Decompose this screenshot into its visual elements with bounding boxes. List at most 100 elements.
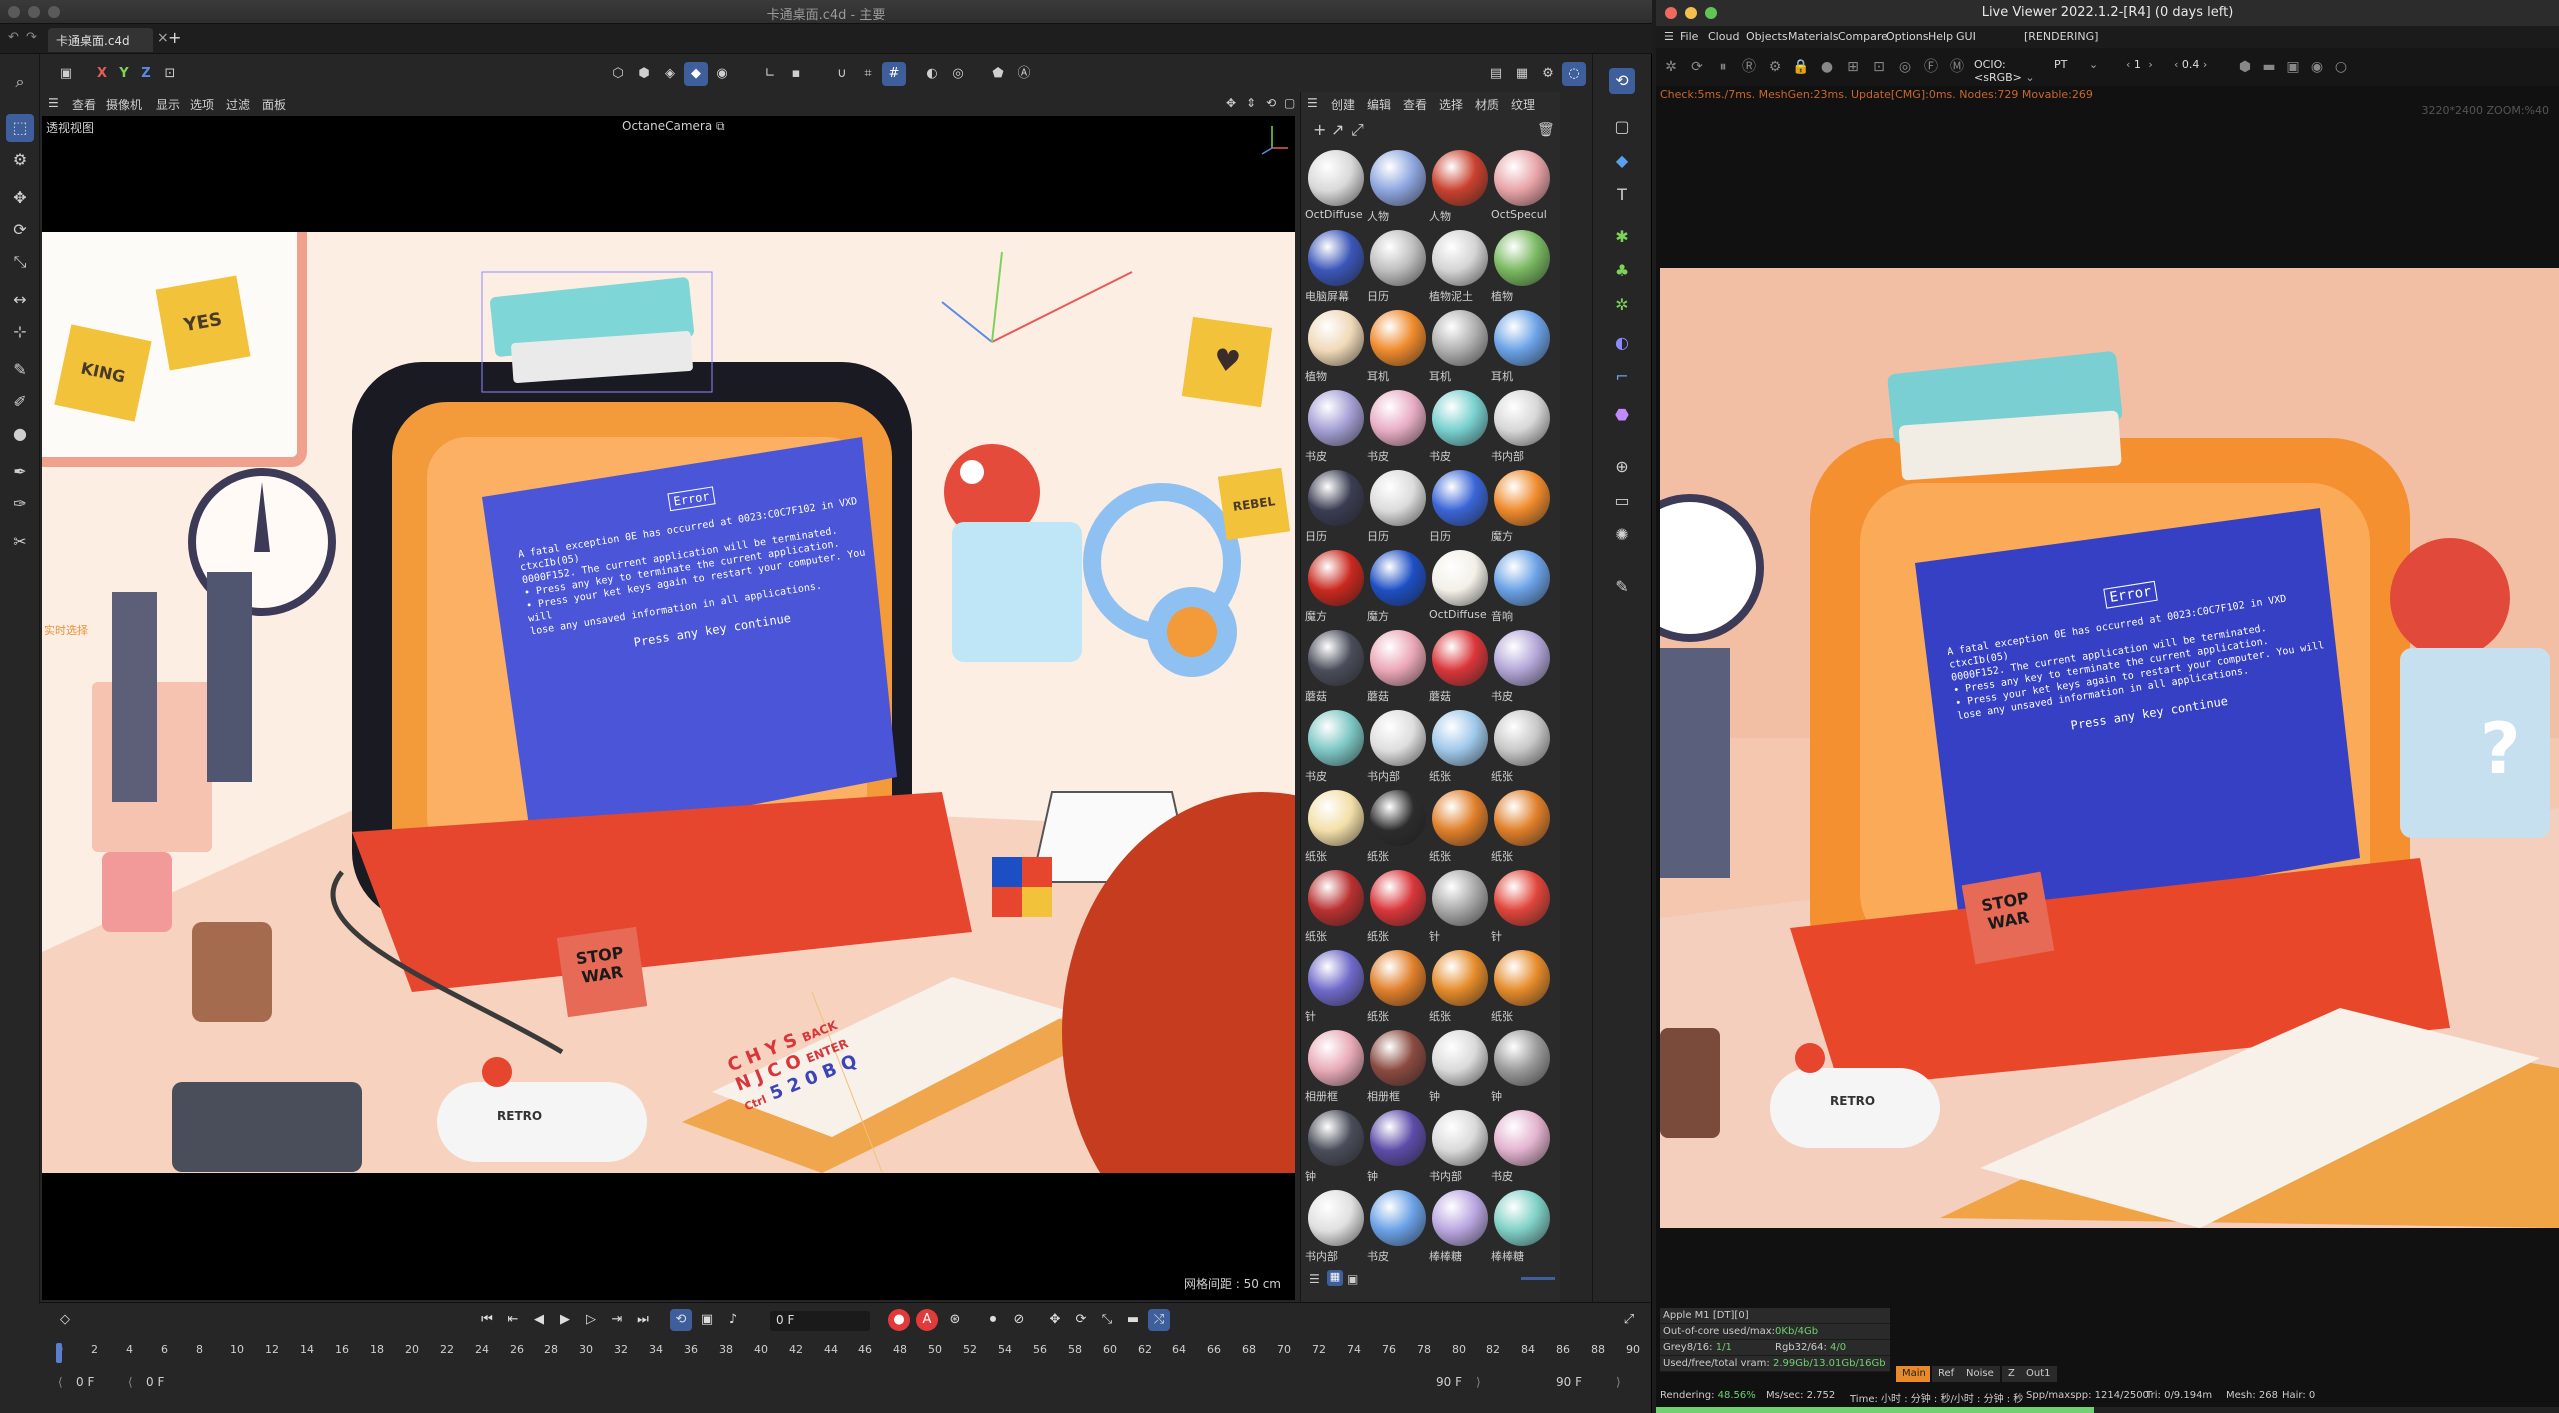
viewport-scene[interactable]: YES KING REBEL ♥ Error A fatal exception… <box>42 232 1295 1173</box>
point-level-icon[interactable]: ⤭ <box>1148 1309 1170 1331</box>
material-swatch[interactable]: 棒棒糖 <box>1491 1190 1553 1268</box>
material-swatch[interactable]: 钟 <box>1429 1030 1491 1108</box>
perspective-viewport[interactable]: 透视视图 OctaneCamera ⧉ YES KING REBEL ♥ Err… <box>42 116 1295 1300</box>
material-swatch[interactable]: 蘑菇 <box>1367 630 1429 708</box>
lv-menu-materials[interactable]: Materials <box>1788 30 1838 43</box>
restart-render-icon[interactable]: ⟳ <box>1686 56 1708 78</box>
menu-options[interactable]: 选项 <box>190 96 214 113</box>
channel-z[interactable]: Z <box>2002 1366 2021 1382</box>
material-swatch[interactable]: 人物 <box>1429 150 1491 228</box>
axis-icon[interactable]: ⊹ <box>6 318 34 346</box>
rotation-key-icon[interactable]: ⟳ <box>1070 1309 1092 1331</box>
pick-material-icon[interactable]: Ⓜ <box>1946 56 1968 78</box>
material-swatch[interactable]: OctDiffuse <box>1429 550 1491 628</box>
film-region-icon[interactable]: ⊡ <box>1868 56 1890 78</box>
keyframe-scheme-icon[interactable]: ⊘ <box>1008 1309 1030 1331</box>
material-swatch[interactable]: 蘑菇 <box>1305 630 1367 708</box>
material-swatch[interactable]: 日历 <box>1367 230 1429 308</box>
material-menu-texture[interactable]: 纹理 <box>1511 96 1535 113</box>
undo-icon[interactable]: ↶ <box>8 30 19 45</box>
material-swatch[interactable]: 纸张 <box>1429 790 1491 868</box>
menu-view[interactable]: 查看 <box>72 96 96 113</box>
material-menu-edit[interactable]: 编辑 <box>1367 96 1391 113</box>
record-icon[interactable]: ● <box>888 1309 910 1331</box>
sticky-note-king[interactable]: KING <box>54 324 152 422</box>
material-swatch[interactable]: 书皮 <box>1491 1110 1553 1188</box>
lv-menu-gui[interactable]: GUI <box>1956 30 1976 43</box>
soft-selection-icon[interactable]: ◐ <box>920 62 944 86</box>
thumbnail-size-slider[interactable] <box>1521 1277 1555 1280</box>
viewport-menu-icon[interactable]: ☰ <box>48 96 59 110</box>
material-swatch[interactable]: 耳机 <box>1491 310 1553 388</box>
send-scene-icon[interactable]: ✲ <box>1660 56 1682 78</box>
material-swatch[interactable]: 针 <box>1429 870 1491 948</box>
info-icon[interactable]: ○ <box>2330 56 2352 78</box>
viewport-filter-icon[interactable]: Ⓐ <box>1012 62 1036 86</box>
material-menu-select[interactable]: 选择 <box>1439 96 1463 113</box>
channel-noise[interactable]: Noise <box>1960 1366 2000 1382</box>
previous-key-icon[interactable]: ⇤ <box>502 1309 524 1331</box>
material-swatch[interactable]: OctDiffuse <box>1305 150 1367 228</box>
range-mid-arrow-icon[interactable]: ⟨ <box>128 1375 133 1389</box>
menu-cameras[interactable]: 摄像机 <box>106 96 142 113</box>
add-material-icon[interactable]: + <box>1313 120 1326 139</box>
menu-panel[interactable]: 面板 <box>262 96 286 113</box>
large-view-icon[interactable]: ▣ <box>1347 1272 1358 1286</box>
menu-filter[interactable]: 过滤 <box>226 96 250 113</box>
material-swatch[interactable]: 书皮 <box>1367 390 1429 468</box>
next-key-icon[interactable]: ⇥ <box>606 1309 628 1331</box>
spline-pen-icon[interactable]: ✎ <box>6 356 34 384</box>
material-swatch[interactable]: OctSpecul <box>1491 150 1553 228</box>
workplane-options-icon[interactable]: ▪ <box>784 62 808 86</box>
preview-start-frame[interactable]: 0 F <box>146 1375 164 1389</box>
primitive-icon[interactable]: ◆ <box>1609 148 1635 174</box>
lv-menu-objects[interactable]: Objects <box>1746 30 1788 43</box>
end-frame[interactable]: 90 F <box>1556 1375 1582 1389</box>
material-swatch[interactable]: 纸张 <box>1367 790 1429 868</box>
chevron-right-icon[interactable]: › <box>2148 58 2152 71</box>
chevron-right-icon[interactable]: › <box>2203 58 2207 71</box>
new-tab-icon[interactable]: + <box>168 28 181 47</box>
orbit-icon[interactable]: ⟲ <box>1266 96 1276 110</box>
current-frame-field[interactable]: 0 F <box>770 1311 870 1331</box>
range-mid-right-arrow-icon[interactable]: ⟩ <box>1476 1375 1481 1389</box>
knife-icon[interactable]: ✂ <box>6 528 34 556</box>
pan-icon[interactable]: ✥ <box>1226 96 1236 110</box>
brush-icon[interactable]: ✒ <box>6 458 34 486</box>
preview-end-frame[interactable]: 90 F <box>1436 1375 1462 1389</box>
scale-key-icon[interactable]: ⤡ <box>1096 1309 1118 1331</box>
material-swatch[interactable]: 书皮 <box>1429 390 1491 468</box>
material-swatch[interactable]: 纸张 <box>1429 710 1491 788</box>
material-swatch[interactable]: 植物 <box>1491 230 1553 308</box>
start-frame[interactable]: 0 F <box>76 1375 94 1389</box>
channel-out1[interactable]: Out1 <box>2020 1366 2057 1382</box>
material-swatch[interactable]: 书皮 <box>1491 630 1553 708</box>
render-preview[interactable]: Error A fatal exception 0E has occurred … <box>1660 268 2559 1228</box>
chevron-left-icon[interactable]: ‹ <box>2174 58 2178 71</box>
range-left-arrow-icon[interactable]: ⟨ <box>58 1375 63 1389</box>
material-swatch[interactable]: 钟 <box>1367 1110 1429 1188</box>
playhead[interactable] <box>56 1343 62 1363</box>
sticky-note-yes[interactable]: YES <box>155 275 251 371</box>
material-swatch[interactable]: 纸张 <box>1367 870 1429 948</box>
material-swatch[interactable]: 书皮 <box>1305 390 1367 468</box>
field-icon[interactable]: ◐ <box>1609 330 1635 356</box>
material-swatch[interactable]: 魔方 <box>1305 550 1367 628</box>
material-menu-view[interactable]: 查看 <box>1403 96 1427 113</box>
trash-icon[interactable]: 🗑 <box>1537 122 1555 138</box>
sticky-note-rebel[interactable]: REBEL <box>1217 467 1291 541</box>
value-b-stepper[interactable]: ‹ 0.4 › <box>2174 58 2220 76</box>
region-render-icon[interactable]: ⊞ <box>1842 56 1864 78</box>
material-swatch[interactable]: 纸张 <box>1305 790 1367 868</box>
transform-icon[interactable]: ↔ <box>6 286 34 314</box>
redo-icon[interactable]: ↷ <box>26 30 37 45</box>
sound-icon[interactable]: ♪ <box>722 1309 744 1331</box>
chevron-left-icon[interactable]: ‹ <box>2126 58 2130 71</box>
material-swatch[interactable]: 钟 <box>1491 1030 1553 1108</box>
key[interactable]: J <box>752 1066 766 1088</box>
smooth-brush-icon[interactable]: ✑ <box>6 490 34 518</box>
render-settings-icon[interactable]: ⚙ <box>1536 62 1560 86</box>
settings-gear-icon[interactable]: ⚙ <box>1764 56 1786 78</box>
playback-options-icon[interactable]: ▣ <box>696 1309 718 1331</box>
eyedropper-icon[interactable]: ⤢ <box>1351 120 1364 140</box>
